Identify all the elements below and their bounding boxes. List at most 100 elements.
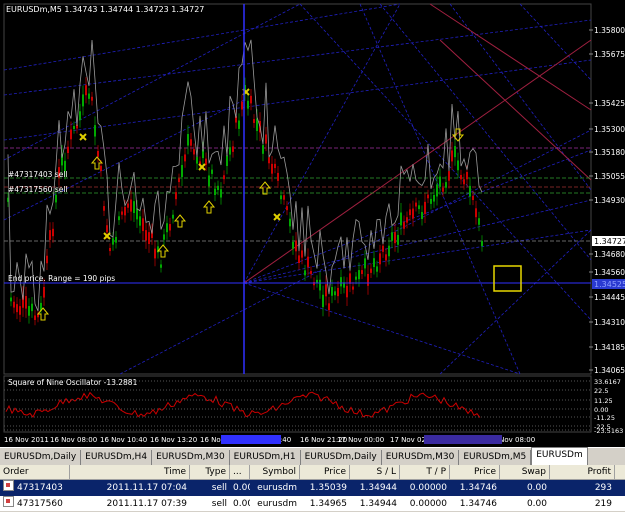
candle-body xyxy=(130,199,132,212)
candle-body xyxy=(220,189,222,198)
col-sl[interactable]: S / L xyxy=(350,465,400,479)
candle-body xyxy=(100,165,102,172)
candle-body xyxy=(376,266,378,272)
price-tick-label: 1.35180 xyxy=(594,148,625,157)
candle-body xyxy=(127,203,129,208)
candle-body xyxy=(397,234,399,245)
up-arrow-icon xyxy=(202,200,216,214)
col-current-price[interactable]: Price xyxy=(450,465,500,479)
fan-line xyxy=(379,3,592,261)
candle-body xyxy=(208,175,210,187)
tab-0[interactable]: EURUSDm,Daily xyxy=(0,450,82,465)
size-cell: 0.00 xyxy=(233,499,250,509)
candle-body xyxy=(445,182,447,188)
col-price[interactable]: Price xyxy=(300,465,350,479)
blue-price-value: 1.34525 xyxy=(594,280,625,289)
osc-tick-label: 33.6167 xyxy=(594,378,621,386)
fan-line xyxy=(449,3,592,191)
candle-body xyxy=(403,221,405,229)
candle-body xyxy=(118,216,120,221)
candle-body xyxy=(466,171,468,180)
candle-body xyxy=(154,248,156,259)
candle-body xyxy=(85,85,87,96)
col-size[interactable]: ... xyxy=(230,465,250,479)
table-row[interactable]: 47317560 2011.11.17 07:39 sell 0.00 euru… xyxy=(0,496,625,512)
candle-body xyxy=(28,306,30,316)
candle-body xyxy=(214,188,216,195)
candle-body xyxy=(457,160,459,171)
candle-body xyxy=(271,163,273,174)
candle-body xyxy=(178,178,180,183)
candle-body xyxy=(427,194,429,199)
candle-body xyxy=(385,254,387,261)
candle-body xyxy=(352,286,354,290)
candle-body xyxy=(31,303,33,312)
time-cell: 2011.11.17 07:04 xyxy=(106,483,187,493)
chart-canvas[interactable]: 1.35800 1.35675 1.35425 1.35300 1.35180 1.350… xyxy=(0,0,625,447)
table-row[interactable]: 47317403 2011.11.17 07:04 sell 0.00 euru… xyxy=(0,480,625,496)
candle-body xyxy=(451,150,453,162)
candle-body xyxy=(103,206,105,211)
col-time[interactable]: Time xyxy=(70,465,190,479)
candle-body xyxy=(469,185,471,197)
tab-4[interactable]: EURUSDm,Daily xyxy=(300,450,382,465)
candle-body xyxy=(334,291,336,296)
candle-body xyxy=(115,236,117,243)
col-swap[interactable]: Swap xyxy=(500,465,550,479)
tab-2[interactable]: EURUSDm,M30 xyxy=(152,450,230,465)
candle-body xyxy=(73,125,75,130)
chart-tabs: EURUSDm,Daily EURUSDm,H4 EURUSDm,M30 EUR… xyxy=(0,447,625,465)
col-order[interactable]: Order xyxy=(0,465,70,479)
fan-line xyxy=(243,282,521,375)
tab-3[interactable]: EURUSDm,H1 xyxy=(229,450,301,465)
candle-body xyxy=(169,224,171,231)
candle-body xyxy=(310,270,312,274)
tab-5[interactable]: EURUSDm,M30 xyxy=(381,450,460,465)
candle-body xyxy=(337,287,339,297)
candle-body xyxy=(34,315,36,320)
candle-body xyxy=(88,93,90,99)
candle-body xyxy=(106,225,108,233)
candle-body xyxy=(160,264,162,268)
candle-body xyxy=(175,192,177,200)
candle-body xyxy=(412,208,414,219)
tab-1[interactable]: EURUSDm,H4 xyxy=(81,450,153,465)
osc-tick-label: -11.25 xyxy=(594,414,615,422)
candle-body xyxy=(286,206,288,211)
candle-body xyxy=(358,270,360,280)
orders-header: Order Time Type ... Symbol Price S / L T… xyxy=(0,465,625,480)
candle-body xyxy=(313,281,315,286)
candle-body xyxy=(367,273,369,286)
candle-body xyxy=(121,211,123,215)
candle-body xyxy=(331,287,333,296)
tp-cell: 0.00000 xyxy=(409,483,447,493)
price-tick-label: 1.35300 xyxy=(594,125,625,134)
candle-body xyxy=(391,232,393,241)
candle-body xyxy=(97,150,99,157)
candle-body xyxy=(307,256,309,268)
price-tick-label: 1.34065 xyxy=(594,366,625,375)
candle-body xyxy=(172,214,174,219)
candle-body xyxy=(184,154,186,162)
price-tick-label: 1.34185 xyxy=(594,343,625,352)
col-symbol[interactable]: Symbol xyxy=(250,465,300,479)
candle-body xyxy=(340,277,342,287)
price-cell: 1.34746 xyxy=(459,499,497,509)
tab-7[interactable]: EURUSDm xyxy=(531,447,588,465)
col-profit[interactable]: Profit xyxy=(550,465,615,479)
candle-body xyxy=(10,297,12,302)
tp-cell: 0.00000 xyxy=(409,499,447,509)
candle-body xyxy=(289,218,291,227)
col-type[interactable]: Type xyxy=(190,465,230,479)
tab-6[interactable]: EURUSDm,M5 xyxy=(459,450,532,465)
col-tp[interactable]: T / P xyxy=(400,465,450,479)
candle-body xyxy=(142,218,144,232)
candle-body xyxy=(211,169,213,174)
candle-body xyxy=(379,253,381,265)
price-chart[interactable]: 1.35800 1.35675 1.35425 1.35300 1.35180 1.350… xyxy=(0,0,625,447)
price-tick-label: 1.34310 xyxy=(594,318,625,327)
order-label-1: #47317403 sell xyxy=(8,170,68,179)
swap-cell: 0.00 xyxy=(526,483,547,493)
open-price-cell: 1.35039 xyxy=(309,483,347,493)
time-highlight-1 xyxy=(221,435,281,444)
